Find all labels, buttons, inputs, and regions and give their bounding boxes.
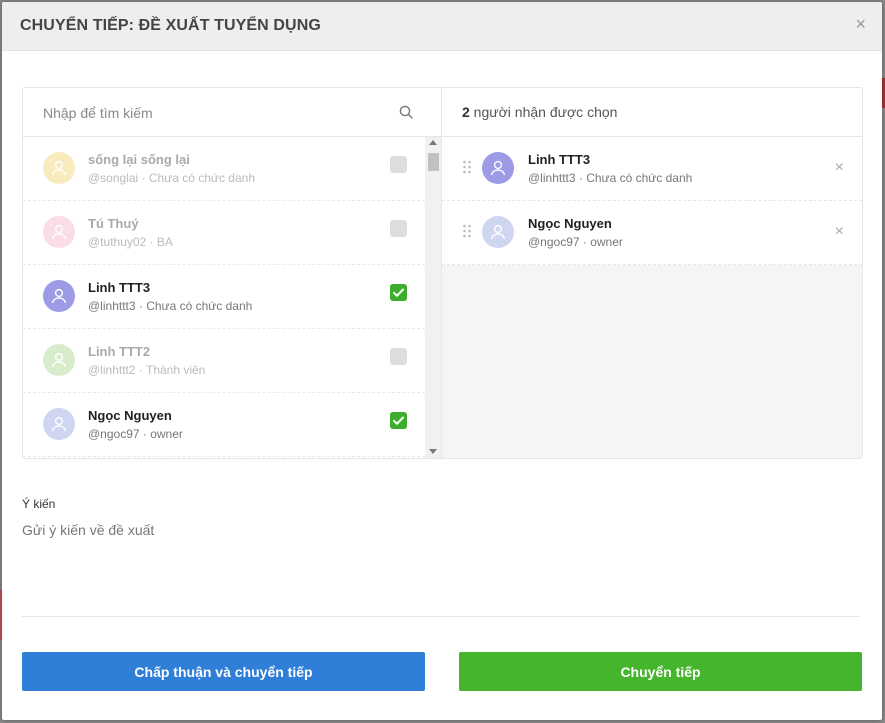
scrollbar-thumb[interactable] [428, 153, 439, 171]
comment-label: Ý kiến [22, 497, 56, 511]
scroll-up-arrow-icon[interactable] [429, 140, 437, 145]
avatar [482, 216, 514, 248]
select-checkbox[interactable] [390, 348, 407, 365]
select-checkbox[interactable] [390, 284, 407, 301]
candidate-handle: @linhttt3 · Chưa có chức danh [88, 299, 253, 313]
search-icon[interactable] [399, 105, 413, 119]
selected-row: Linh TTT3 @linhttt3 · Chưa có chức danh … [442, 137, 862, 201]
candidate-name: Linh TTT2 [88, 344, 151, 359]
user-icon [51, 288, 67, 304]
selected-row: Ngọc Nguyen @ngoc97 · owner × [442, 201, 862, 265]
selected-count: 2 [462, 104, 470, 120]
remove-icon[interactable]: × [835, 160, 844, 176]
recipient-picker: sống lại sống lại @songlai · Chưa có chứ… [22, 87, 863, 459]
selected-panel: 2 người nhận được chọn Linh TTT3 @linhtt… [442, 88, 862, 458]
avatar [43, 152, 75, 184]
selected-header: 2 người nhận được chọn [442, 88, 862, 137]
select-checkbox[interactable] [390, 220, 407, 237]
scroll-down-arrow-icon[interactable] [429, 449, 437, 454]
forward-button[interactable]: Chuyển tiếp [459, 652, 862, 691]
avatar [43, 216, 75, 248]
selected-handle: @linhttt3 · Chưa có chức danh [528, 171, 693, 185]
candidate-panel: sống lại sống lại @songlai · Chưa có chứ… [23, 88, 442, 458]
candidate-handle: @ngoc97 · owner [88, 427, 183, 441]
check-icon [393, 288, 404, 297]
user-icon [51, 160, 67, 176]
selected-count-label: người nhận được chọn [469, 104, 618, 120]
avatar [43, 344, 75, 376]
candidate-list: sống lại sống lại @songlai · Chưa có chứ… [23, 137, 425, 458]
search-input[interactable] [41, 100, 385, 126]
select-checkbox[interactable] [390, 412, 407, 429]
forward-dialog: CHUYỂN TIẾP: ĐỀ XUẤT TUYỂN DỤNG × sống l… [2, 2, 882, 720]
check-icon [393, 416, 404, 425]
candidate-name: Linh TTT3 [88, 280, 151, 295]
candidate-name: Ngọc Nguyen [88, 408, 172, 423]
avatar [43, 280, 75, 312]
search-bar [23, 88, 441, 137]
drag-handle-icon[interactable] [462, 224, 472, 238]
selected-name: Linh TTT3 [528, 152, 591, 167]
candidate-name: Tú Thuý [88, 216, 139, 231]
user-icon [51, 416, 67, 432]
candidate-row[interactable]: Ngọc Nguyen @ngoc97 · owner [23, 393, 425, 457]
approve-and-forward-button[interactable]: Chấp thuận và chuyển tiếp [22, 652, 425, 691]
user-icon [490, 160, 506, 176]
candidate-row[interactable]: Linh TTT3 @linhttt3 · Chưa có chức danh [23, 265, 425, 329]
list-scrollbar[interactable] [425, 137, 441, 458]
avatar [482, 152, 514, 184]
dialog-title: CHUYỂN TIẾP: ĐỀ XUẤT TUYỂN DỤNG [20, 17, 321, 34]
user-icon [51, 224, 67, 240]
selected-handle: @ngoc97 · owner [528, 235, 623, 249]
candidate-row[interactable]: sống lại sống lại @songlai · Chưa có chứ… [23, 137, 425, 201]
candidate-name: sống lại sống lại [88, 152, 190, 167]
candidate-handle: @linhttt2 · Thành viên [88, 363, 206, 377]
user-icon [51, 352, 67, 368]
selected-name: Ngọc Nguyen [528, 216, 612, 231]
remove-icon[interactable]: × [835, 224, 844, 240]
candidate-handle: @tuthuy02 · BA [88, 235, 173, 249]
dialog-header: CHUYỂN TIẾP: ĐỀ XUẤT TUYỂN DỤNG × [2, 2, 882, 51]
drag-handle-icon[interactable] [462, 160, 472, 174]
selected-count-text: 2 người nhận được chọn [462, 104, 617, 120]
user-icon [490, 224, 506, 240]
comment-field[interactable] [22, 520, 860, 617]
close-icon[interactable]: × [855, 15, 866, 33]
candidate-row[interactable]: Linh TTT2 @linhttt2 · Thành viên [23, 329, 425, 393]
candidate-handle: @songlai · Chưa có chức danh [88, 171, 255, 185]
avatar [43, 408, 75, 440]
select-checkbox[interactable] [390, 156, 407, 173]
candidate-row[interactable]: Tú Thuý @tuthuy02 · BA [23, 201, 425, 265]
